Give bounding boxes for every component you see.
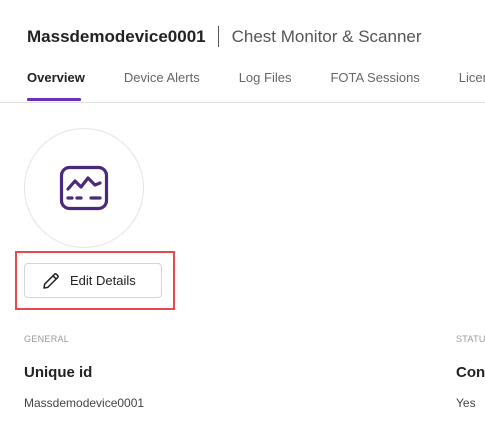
tab-log-files[interactable]: Log Files: [239, 70, 292, 85]
status-section-label: STATU: [456, 334, 485, 344]
edit-details-label: Edit Details: [70, 273, 136, 288]
edit-details-button[interactable]: Edit Details: [24, 263, 162, 298]
pencil-icon: [41, 271, 61, 291]
tab-device-alerts[interactable]: Device Alerts: [124, 70, 200, 85]
tabs-divider: [0, 102, 485, 103]
unique-id-value: Massdemodevice0001: [24, 396, 145, 410]
page-title: Massdemodevice0001 Chest Monitor & Scann…: [27, 26, 422, 47]
device-name: Massdemodevice0001: [27, 26, 206, 46]
tab-bar: Overview Device Alerts Log Files FOTA Se…: [27, 70, 485, 85]
connection-value: Yes: [456, 396, 476, 410]
tab-fota-sessions[interactable]: FOTA Sessions: [330, 70, 419, 85]
monitor-waveform-icon: [59, 165, 109, 211]
general-section-label: GENERAL: [24, 334, 70, 344]
tab-overview[interactable]: Overview: [27, 70, 85, 85]
connection-label: Con: [456, 364, 485, 381]
device-avatar: [24, 128, 144, 248]
device-type: Chest Monitor & Scanner: [231, 26, 422, 46]
title-separator: [217, 26, 219, 47]
unique-id-label: Unique id: [24, 364, 93, 381]
active-tab-indicator: [27, 98, 81, 101]
device-detail-page: Massdemodevice0001 Chest Monitor & Scann…: [0, 0, 485, 421]
tab-licenses[interactable]: Licen: [459, 70, 485, 85]
